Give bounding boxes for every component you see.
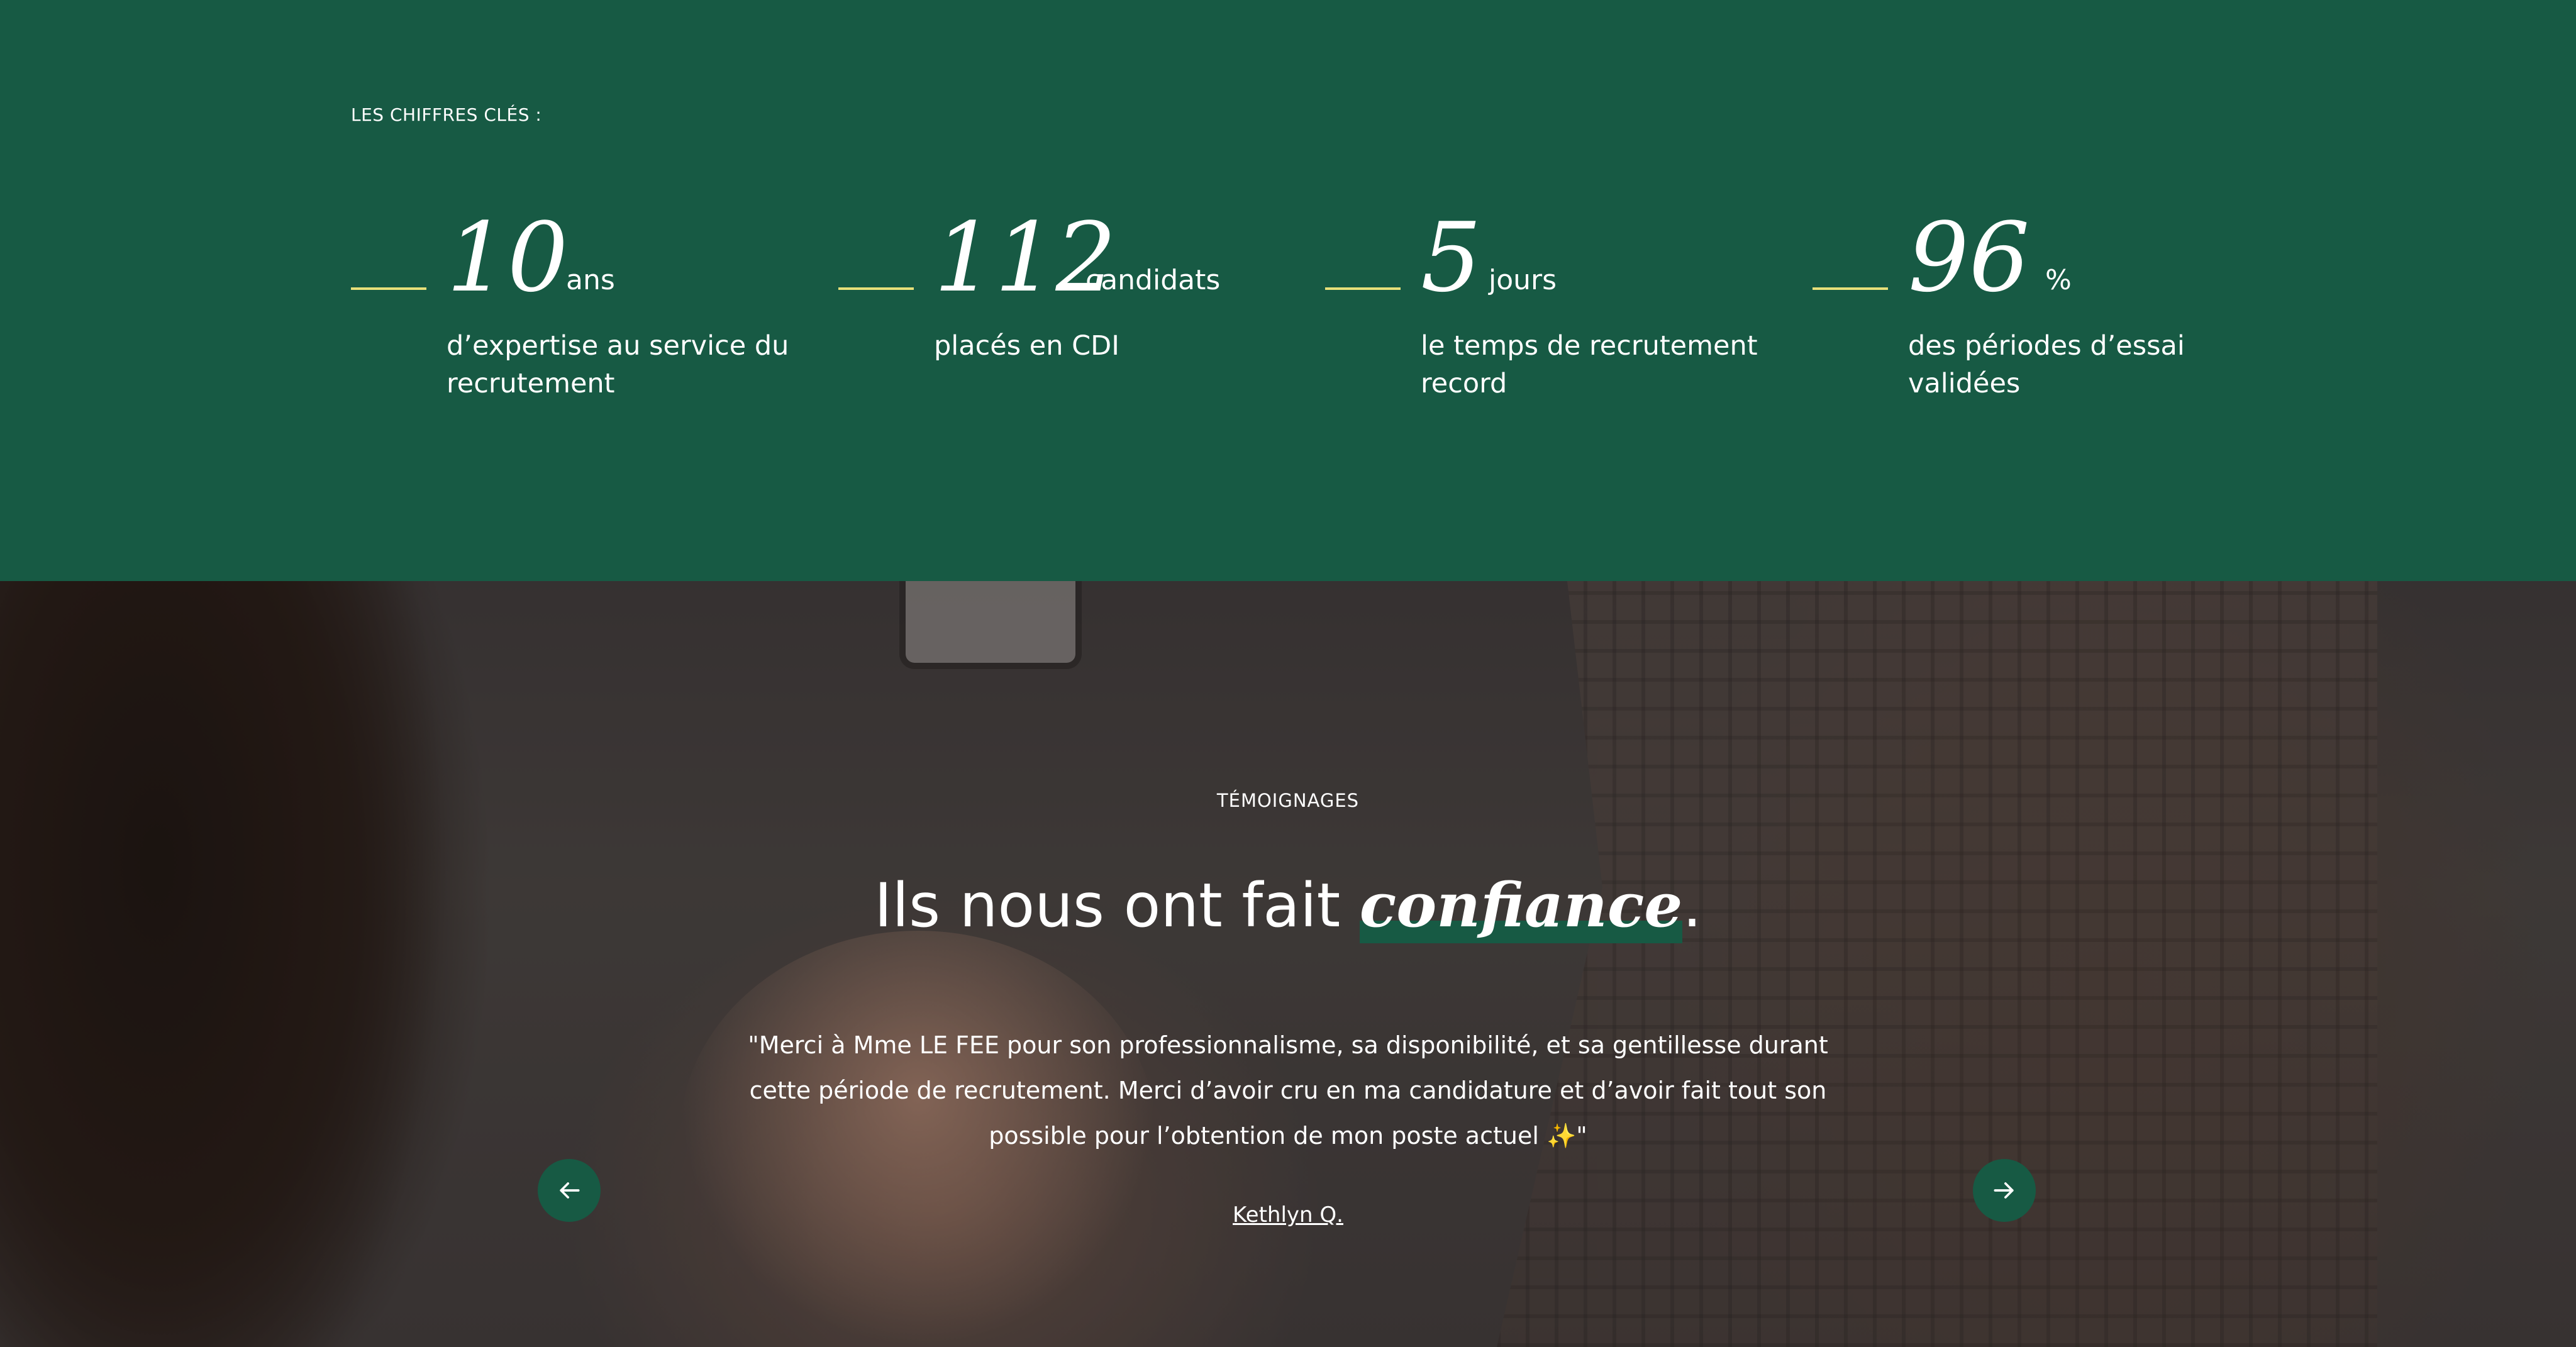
stat-description: des périodes d’essai validées <box>1908 330 2185 399</box>
stat-number: 96 <box>1908 202 2030 313</box>
stat-description: placés en CDI <box>934 330 1119 362</box>
arrow-right-icon <box>1994 1182 2014 1199</box>
stat-years: 10 ans d’expertise au service du recrute… <box>351 201 791 415</box>
key-figures-label: LES CHIFFRES CLÉS : <box>351 104 542 125</box>
stat-description: le temps de recrutement record <box>1421 330 1758 399</box>
background-overlay <box>0 581 2576 1347</box>
testimonial-quote: "Merci à Mme LE FEE pour son professionn… <box>748 1031 1828 1150</box>
title-text: Ils nous ont fait <box>874 870 1360 941</box>
title-period: . <box>1682 870 1702 941</box>
arrow-left-icon <box>560 1182 580 1199</box>
stat-dash <box>838 287 914 290</box>
title-accent-word: confiance <box>1359 868 1683 943</box>
testimonials-section <box>0 581 2576 1347</box>
stat-unit: % <box>2045 264 2072 296</box>
stat-number: 10 <box>447 202 569 313</box>
stat-dash <box>351 287 426 290</box>
stat-days: 5 jours le temps de recrutement record <box>1325 201 1765 415</box>
testimonial-author-link[interactable]: Kethlyn Q. <box>0 1202 2576 1228</box>
stat-description: d’expertise au service du recrutement <box>447 330 789 399</box>
next-testimonial-button[interactable] <box>1973 1159 2036 1222</box>
stat-number: 112 <box>934 202 1117 313</box>
stat-unit: jours <box>1489 264 1557 296</box>
testimonials-title: Ils nous ont fait confiance. <box>0 868 2576 943</box>
stat-unit: candidats <box>1085 264 1221 296</box>
stat-dash <box>1813 287 1888 290</box>
stat-trial-periods: 96 % des périodes d’essai validées <box>1813 201 2253 415</box>
testimonials-eyebrow: TÉMOIGNAGES <box>1216 790 1360 811</box>
stat-number: 5 <box>1421 202 1482 313</box>
key-figures-section: LES CHIFFRES CLÉS : 10 ans d’expertise a… <box>0 0 2576 581</box>
stat-dash <box>1325 287 1401 290</box>
previous-testimonial-button[interactable] <box>538 1159 601 1222</box>
stat-candidates: 112 candidats placés en CDI <box>838 201 1279 415</box>
stat-unit: ans <box>566 264 615 296</box>
